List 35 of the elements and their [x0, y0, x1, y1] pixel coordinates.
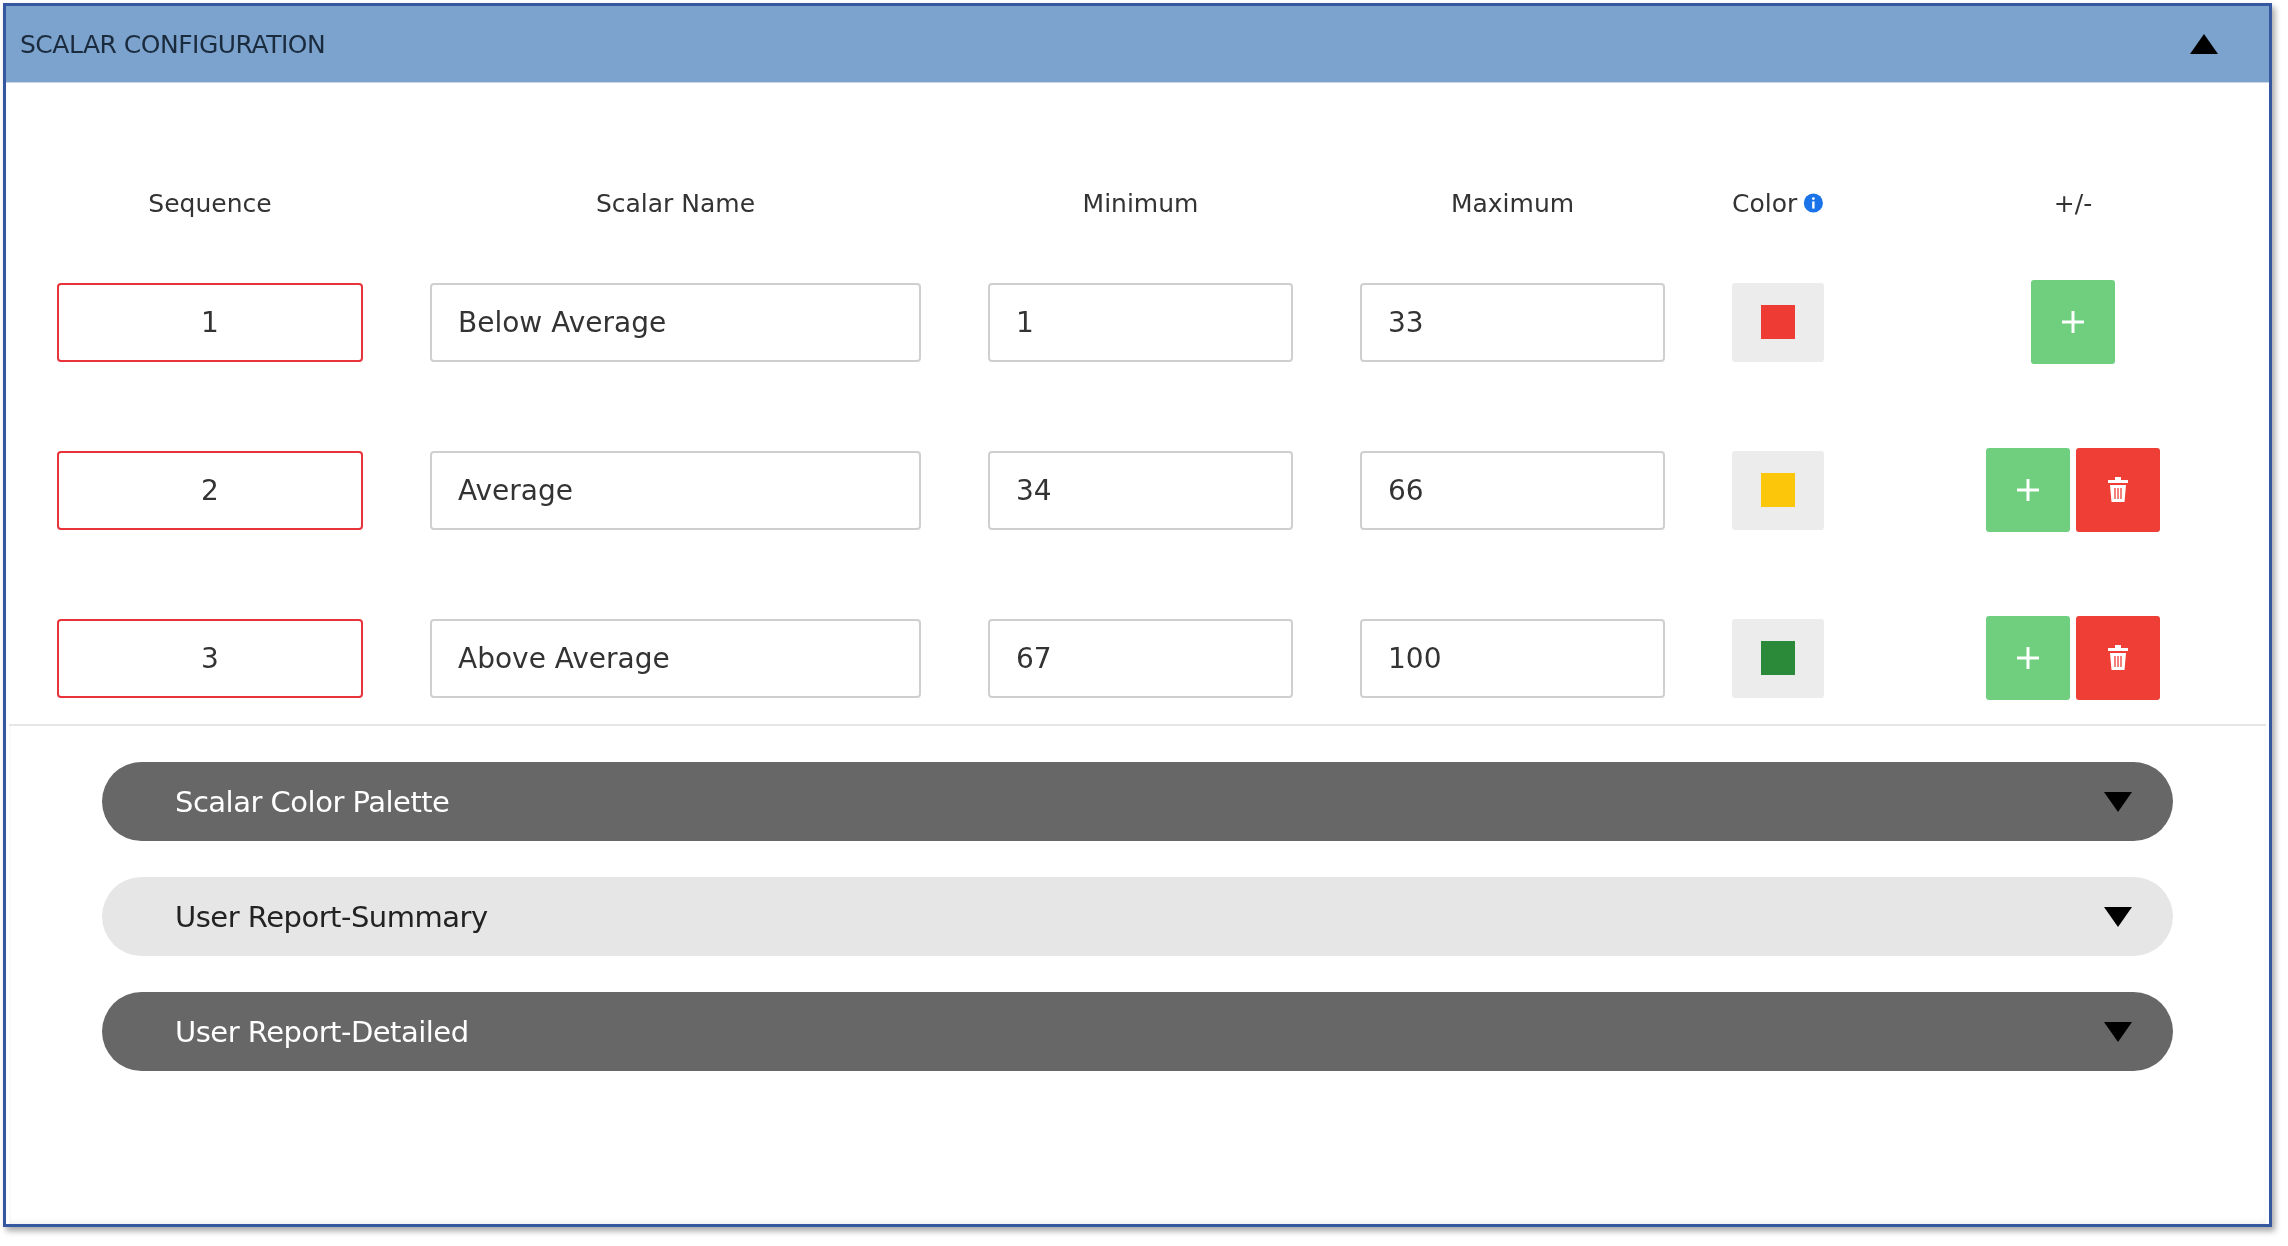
- plus-icon: [2014, 476, 2042, 504]
- info-icon[interactable]: [1803, 190, 1824, 216]
- minimum-field[interactable]: 67: [988, 618, 1293, 698]
- trash-icon: [2107, 477, 2129, 503]
- accordion-section[interactable]: User Report-Summary: [102, 877, 2173, 956]
- maximum-field[interactable]: 33: [1360, 282, 1665, 362]
- color-picker[interactable]: [1732, 450, 1824, 530]
- scalar-name-field[interactable]: Average: [430, 450, 921, 530]
- column-heading: Scalar Name: [595, 188, 756, 218]
- trash-icon: [2107, 645, 2129, 671]
- sequence-field[interactable]: 2: [57, 450, 363, 530]
- scalar-name-field[interactable]: Above Average: [430, 618, 921, 698]
- column-heading: Sequence: [148, 188, 272, 218]
- accordion-section[interactable]: User Report-Detailed: [102, 992, 2173, 1071]
- scalar-name-field[interactable]: Below Average: [430, 282, 921, 362]
- color-picker[interactable]: [1732, 618, 1824, 698]
- collapse-triangle-icon[interactable]: [2189, 32, 2219, 56]
- delete-button[interactable]: [2076, 448, 2160, 532]
- column-heading: Minimum: [1082, 188, 1199, 218]
- panel-header[interactable]: SCALAR CONFIGURATION: [6, 6, 2269, 83]
- maximum-field[interactable]: 66: [1360, 450, 1665, 530]
- accordion-section[interactable]: Scalar Color Palette: [102, 762, 2173, 841]
- maximum-field[interactable]: 100: [1360, 618, 1665, 698]
- column-heading: +/-: [2053, 188, 2093, 218]
- plus-icon: [2059, 308, 2087, 336]
- plus-icon: [2014, 644, 2042, 672]
- column-heading: Maximum: [1450, 188, 1575, 218]
- sequence-field[interactable]: 1: [57, 282, 363, 362]
- column-heading: Color: [1732, 188, 1798, 218]
- minimum-field[interactable]: 1: [988, 282, 1293, 362]
- sequence-field[interactable]: 3: [57, 618, 363, 698]
- delete-button[interactable]: [2076, 616, 2160, 700]
- panel-title: SCALAR CONFIGURATION: [20, 29, 326, 59]
- minimum-field[interactable]: 34: [988, 450, 1293, 530]
- color-picker[interactable]: [1732, 282, 1824, 362]
